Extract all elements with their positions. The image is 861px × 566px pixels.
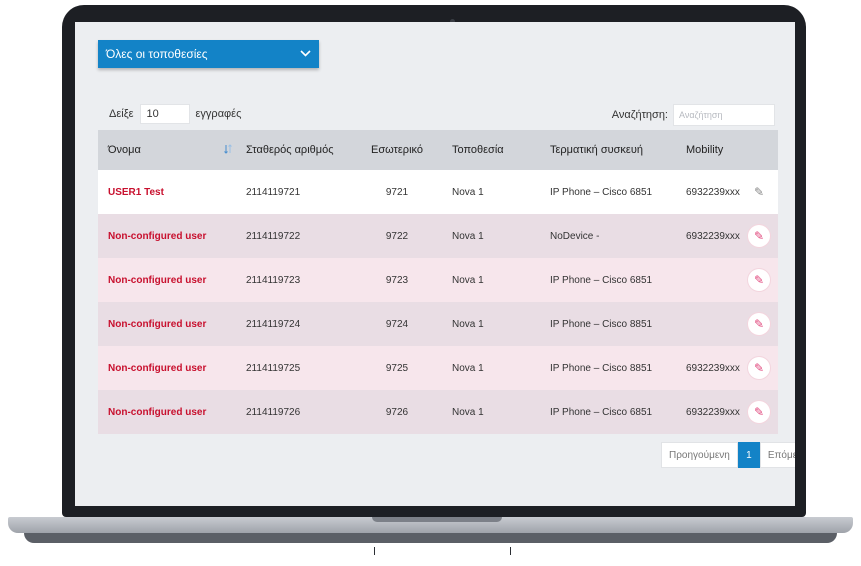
length-prefix: Δείξε [109,108,134,120]
user-name-link[interactable]: Non-configured user [108,275,206,286]
chevron-down-icon [300,48,311,60]
fixed-number: 2114119725 [246,362,301,374]
extension: 9723 [385,274,409,286]
fixed-number: 2114119721 [246,186,301,198]
search-control: Αναζήτηση: [612,104,775,126]
laptop-foot-right [510,547,511,555]
laptop-notch [372,517,502,522]
user-name-link[interactable]: Non-configured user [108,231,206,242]
device: IP Phone – Cisco 8851 [550,362,653,374]
fixed-number: 2114119722 [246,230,301,242]
device: IP Phone – Cisco 8851 [550,318,653,330]
user-name-link[interactable]: USER1 Test [108,187,164,198]
header-mobility[interactable]: Mobility [676,144,748,156]
device: NoDevice - [550,230,600,242]
extension: 9726 [385,406,409,418]
mobility: 6932239xxx [686,186,740,198]
header-location[interactable]: Τοποθεσία [440,144,540,156]
location-select-label: Όλες οι τοποθεσίες [106,47,208,61]
table-row: USER1 Test 2114119721 9721 Nova 1 IP Pho… [98,170,778,214]
header-extension[interactable]: Εσωτερικό [354,144,440,156]
table-row: Non-configured user 2114119726 9726 Nova… [98,390,778,434]
table-header: Όνομα Σταθερός αριθμός Εσωτερικό Τοποθεσ… [98,130,778,170]
extension: 9722 [385,230,409,242]
table-row: Non-configured user 2114119725 9725 Nova… [98,346,778,390]
length-control: Δείξε 10 εγγραφές [109,104,241,124]
search-input[interactable] [673,104,775,126]
search-label: Αναζήτηση: [611,109,668,121]
location: Nova 1 [452,362,484,374]
extension: 9721 [385,186,409,198]
location: Nova 1 [452,318,484,330]
edit-icon[interactable]: ✎ [748,181,770,203]
table-row: Non-configured user 2114119724 9724 Nova… [98,302,778,346]
user-name-link[interactable]: Non-configured user [108,363,206,374]
page-1-button[interactable]: 1 [737,442,760,468]
device: IP Phone – Cisco 6851 [550,274,653,286]
mobility: 6932239xxx [686,362,740,374]
screen: Όλες οι τοποθεσίες Δείξε 10 εγγραφές Ανα… [75,22,795,506]
edit-icon[interactable]: ✎ [748,225,770,247]
fixed-number: 2114119723 [246,274,301,286]
location: Nova 1 [452,274,484,286]
header-fixed-number[interactable]: Σταθερός αριθμός [236,144,354,156]
length-suffix: εγγραφές [195,108,242,120]
mobility: 6932239xxx [686,406,740,418]
user-name-link[interactable]: Non-configured user [108,319,206,330]
laptop-base-shadow [24,533,837,543]
table-row: Non-configured user 2114119722 9722 Nova… [98,214,778,258]
length-select[interactable]: 10 [139,104,190,124]
fixed-number: 2114119726 [246,406,301,418]
sort-icon[interactable] [224,144,236,156]
laptop-foot-left [374,547,375,555]
location: Nova 1 [452,230,484,242]
device: IP Phone – Cisco 6851 [550,186,653,198]
edit-icon[interactable]: ✎ [748,313,770,335]
fixed-number: 2114119724 [246,318,301,330]
extension: 9725 [385,362,409,374]
user-name-link[interactable]: Non-configured user [108,407,206,418]
device: IP Phone – Cisco 6851 [550,406,653,418]
next-page-button[interactable]: Επόμενη [759,442,795,468]
mobility: 6932239xxx [686,230,740,242]
edit-icon[interactable]: ✎ [748,401,770,423]
edit-icon[interactable]: ✎ [748,357,770,379]
header-name[interactable]: Όνομα [98,144,224,156]
extension: 9724 [385,318,409,330]
edit-icon[interactable]: ✎ [748,269,770,291]
previous-page-button[interactable]: Προηγούμενη [661,442,738,468]
location: Nova 1 [452,186,484,198]
table-row: Non-configured user 2114119723 9723 Nova… [98,258,778,302]
location: Nova 1 [452,406,484,418]
header-device[interactable]: Τερματική συσκευή [540,144,676,156]
pagination: Προηγούμενη 1 Επόμενη [661,442,795,468]
location-select[interactable]: Όλες οι τοποθεσίες [98,40,319,68]
users-table: Όνομα Σταθερός αριθμός Εσωτερικό Τοποθεσ… [98,130,778,434]
